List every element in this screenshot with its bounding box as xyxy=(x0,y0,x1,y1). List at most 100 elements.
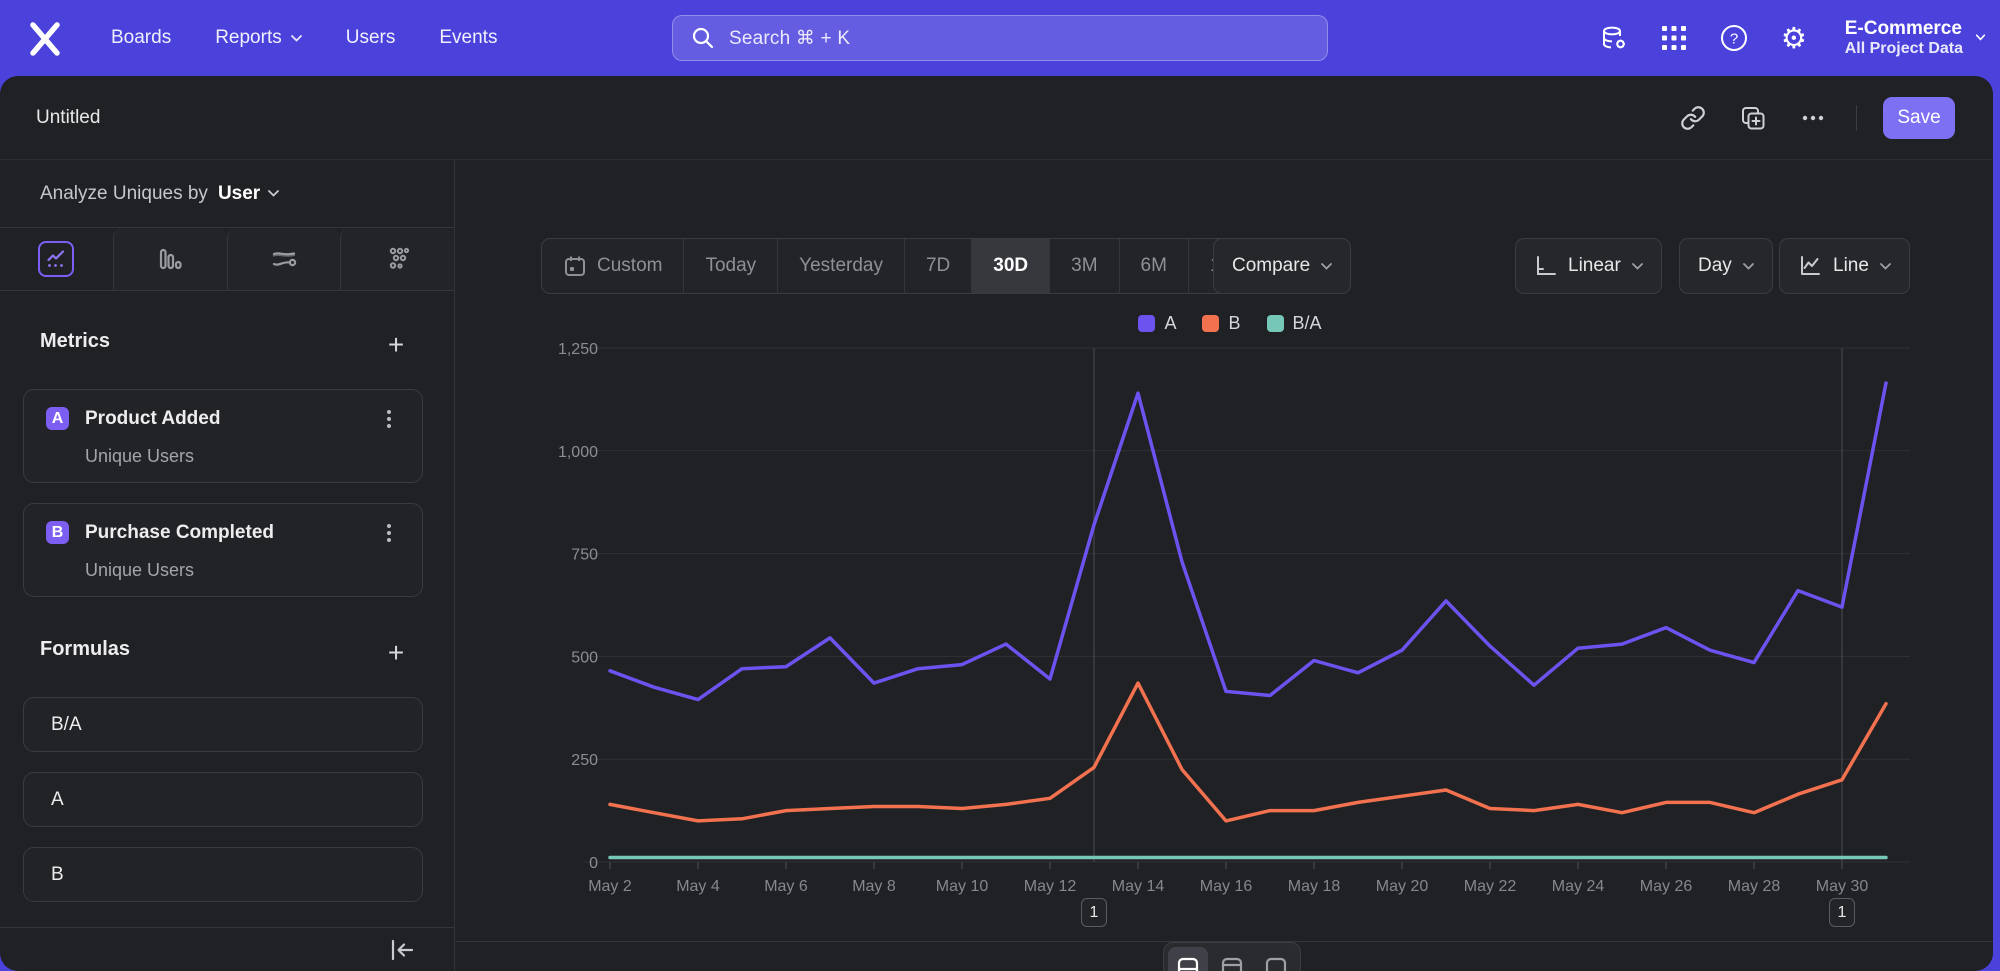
tab-flow[interactable] xyxy=(227,228,341,290)
date-range-label: 3M xyxy=(1071,255,1097,277)
date-range-label: 7D xyxy=(926,255,950,277)
search-input[interactable]: Search ⌘ + K xyxy=(672,15,1328,61)
svg-text:750: 750 xyxy=(571,547,598,564)
svg-text:May 16: May 16 xyxy=(1200,878,1253,895)
formula-card-1[interactable]: A xyxy=(23,772,423,827)
project-switcher[interactable]: E-Commerce All Project Data xyxy=(1845,18,1986,59)
svg-text:May 28: May 28 xyxy=(1728,878,1781,895)
kebab-menu-icon[interactable] xyxy=(378,521,400,545)
help-icon[interactable]: ? xyxy=(1719,23,1749,53)
calendar-icon xyxy=(563,254,587,278)
nav-item-events[interactable]: Events xyxy=(424,19,512,57)
layout-chart-top-button[interactable] xyxy=(1212,947,1252,971)
svg-text:May 12: May 12 xyxy=(1024,878,1077,895)
nav-item-reports[interactable]: Reports xyxy=(200,19,317,57)
chevron-down-icon xyxy=(1880,263,1891,270)
date-range-yesterday[interactable]: Yesterday xyxy=(777,239,904,293)
save-button[interactable]: Save xyxy=(1883,97,1955,139)
collapse-left-icon[interactable] xyxy=(388,938,418,964)
svg-text:1,250: 1,250 xyxy=(558,341,598,358)
query-sidebar: Analyze Uniques by User xyxy=(0,160,455,971)
layout-table-only-button[interactable] xyxy=(1256,947,1296,971)
svg-text:May 10: May 10 xyxy=(936,878,989,895)
legend-swatch xyxy=(1267,315,1284,332)
linear-axis-icon xyxy=(1534,255,1557,278)
formula-card-0[interactable]: B/A xyxy=(23,697,423,752)
mixpanel-logo-icon[interactable] xyxy=(26,20,64,58)
metric-name: Purchase Completed xyxy=(85,522,274,544)
layout-chart-and-table-button[interactable] xyxy=(1168,947,1208,971)
metric-subtitle: Unique Users xyxy=(85,560,194,581)
date-range-3m[interactable]: 3M xyxy=(1049,239,1118,293)
nav-item-users[interactable]: Users xyxy=(331,19,411,57)
date-range-label: 30D xyxy=(993,255,1028,277)
date-range-label: Custom xyxy=(597,255,662,277)
report-header: Untitled Save xyxy=(0,76,1993,160)
svg-text:May 8: May 8 xyxy=(852,878,896,895)
interval-button[interactable]: Day xyxy=(1679,238,1773,294)
date-range-label: 6M xyxy=(1141,255,1167,277)
sidebar-footer xyxy=(0,927,454,971)
report-title[interactable]: Untitled xyxy=(36,107,100,129)
search-icon xyxy=(691,26,715,50)
annotation-badge[interactable]: 1 xyxy=(1081,898,1107,927)
svg-text:May 6: May 6 xyxy=(764,878,808,895)
gear-icon[interactable]: ⚙ xyxy=(1779,23,1809,53)
chevron-down-icon xyxy=(1321,263,1332,270)
nav-right: ? ⚙ E-Commerce All Project Data xyxy=(1599,0,1986,76)
data-gear-icon[interactable] xyxy=(1599,23,1629,53)
legend-item-a[interactable]: A xyxy=(1138,313,1176,334)
add-formula-button[interactable]: + xyxy=(381,638,411,668)
svg-text:May 2: May 2 xyxy=(588,878,632,895)
legend-label: A xyxy=(1164,313,1176,334)
chevron-down-icon xyxy=(291,35,302,42)
compare-button[interactable]: Compare xyxy=(1213,238,1351,294)
date-range-7d[interactable]: 7D xyxy=(904,239,971,293)
tab-scatter[interactable] xyxy=(340,228,454,290)
metric-card-b[interactable]: BPurchase CompletedUnique Users xyxy=(23,503,423,597)
chevron-down-icon xyxy=(268,190,279,197)
scale-button[interactable]: Linear xyxy=(1515,238,1662,294)
legend-swatch xyxy=(1202,315,1219,332)
duplicate-icon[interactable] xyxy=(1736,101,1770,135)
date-range-control: CustomTodayYesterday7D30D3M6M12M xyxy=(541,238,1269,294)
tab-line-chart[interactable] xyxy=(0,228,113,290)
annotation-badge[interactable]: 1 xyxy=(1829,898,1855,927)
metric-subtitle: Unique Users xyxy=(85,446,194,467)
metrics-heading: Metrics xyxy=(40,330,110,353)
metric-badge: A xyxy=(46,407,69,430)
chart-type-tabs xyxy=(0,228,454,291)
line-chart[interactable]: 02505007501,0001,250May 2May 4May 6May 8… xyxy=(540,338,1920,902)
tab-bar-chart[interactable] xyxy=(113,228,227,290)
report-actions: Save xyxy=(1676,76,1955,160)
date-range-30d[interactable]: 30D xyxy=(971,239,1049,293)
analyze-by-dropdown[interactable]: User xyxy=(218,183,279,205)
date-range-label: Today xyxy=(705,255,756,277)
kebab-menu-icon[interactable] xyxy=(378,407,400,431)
formulas-heading: Formulas xyxy=(40,638,130,661)
svg-text:May 30: May 30 xyxy=(1816,878,1869,895)
legend-item-b-a[interactable]: B/A xyxy=(1267,313,1322,334)
ellipsis-icon[interactable] xyxy=(1796,101,1830,135)
formula-label: B/A xyxy=(51,714,82,736)
add-metric-button[interactable]: + xyxy=(381,330,411,360)
chevron-down-icon xyxy=(1743,263,1754,270)
flow-icon xyxy=(270,245,298,273)
layout-toolbar xyxy=(1163,942,1301,971)
bar-chart-icon xyxy=(157,246,183,272)
date-range-6m[interactable]: 6M xyxy=(1119,239,1188,293)
metric-card-a[interactable]: AProduct AddedUnique Users xyxy=(23,389,423,483)
search-placeholder: Search ⌘ + K xyxy=(729,27,850,50)
date-range-today[interactable]: Today xyxy=(683,239,777,293)
formula-card-2[interactable]: B xyxy=(23,847,423,902)
legend-label: B xyxy=(1228,313,1240,334)
legend-item-b[interactable]: B xyxy=(1202,313,1240,334)
chart-style-button[interactable]: Line xyxy=(1779,238,1910,294)
link-icon[interactable] xyxy=(1676,101,1710,135)
nav-item-label: Reports xyxy=(215,27,282,49)
nav-item-boards[interactable]: Boards xyxy=(96,19,186,57)
svg-text:May 22: May 22 xyxy=(1464,878,1517,895)
date-range-custom[interactable]: Custom xyxy=(542,239,683,293)
nav-item-label: Events xyxy=(439,27,497,49)
apps-grid-icon[interactable] xyxy=(1659,23,1689,53)
